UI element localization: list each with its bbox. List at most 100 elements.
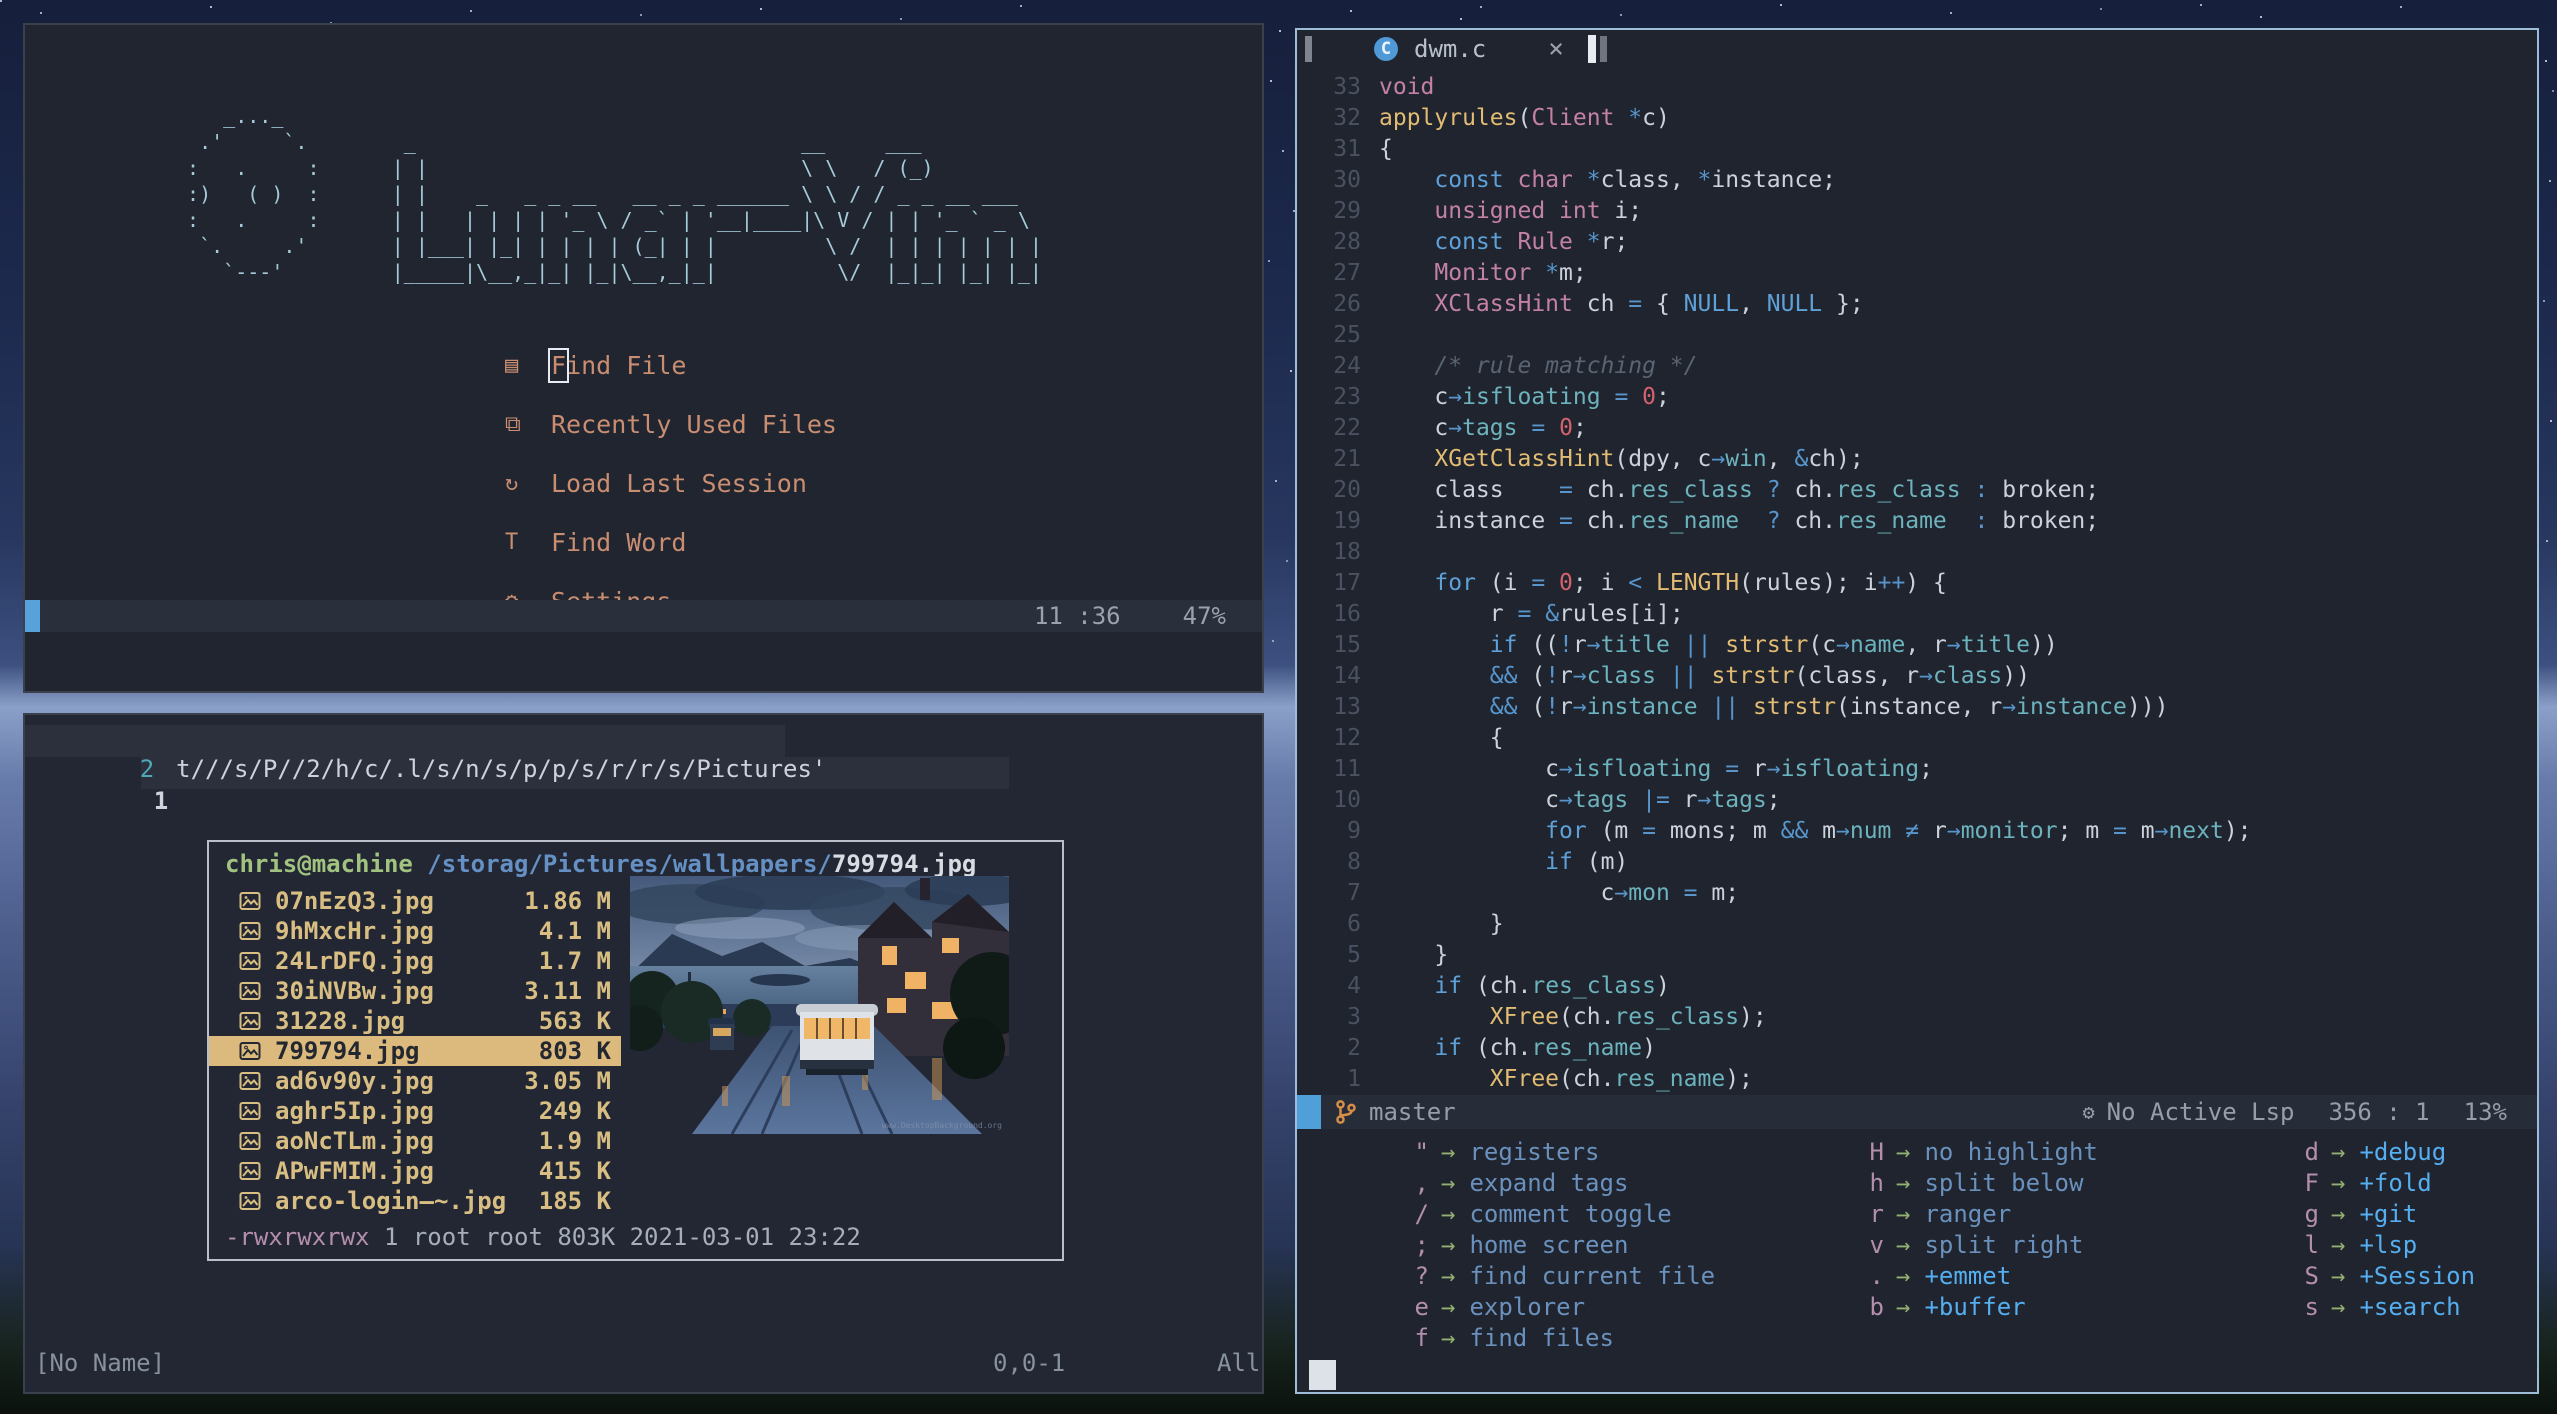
- code-line[interactable]: 10 c→tags |= r→tags;: [1297, 785, 2537, 816]
- code-line[interactable]: 11 c→isfloating = r→isfloating;: [1297, 754, 2537, 785]
- code-line[interactable]: 4 if (ch.res_class): [1297, 971, 2537, 1002]
- whichkey-binding[interactable]: , → expand tags: [1393, 1168, 1715, 1199]
- file-name: ad6v90y.jpg: [275, 1067, 434, 1095]
- code-text: for (i = 0; i < LENGTH(rules); i++) {: [1434, 570, 1947, 596]
- file-row[interactable]: 31228.jpg 563 K: [209, 1006, 621, 1036]
- code-line[interactable]: 2 if (ch.res_name): [1297, 1033, 2537, 1064]
- whichkey-binding[interactable]: s → +search: [2283, 1292, 2475, 1323]
- file-row[interactable]: 799794.jpg 803 K: [209, 1036, 621, 1066]
- arrow-right-icon: →: [2331, 1138, 2346, 1166]
- code-text: }: [1379, 911, 1504, 937]
- code-line[interactable]: 29 unsigned int i;: [1297, 196, 2537, 227]
- file-row[interactable]: aoNcTLm.jpg 1.9 M: [209, 1126, 621, 1156]
- whichkey-binding[interactable]: v → split right: [1848, 1230, 2098, 1261]
- code-text: && (!r→instance || strstr(instance, r→in…: [1489, 694, 2169, 720]
- file-row[interactable]: aghr5Ip.jpg 249 K: [209, 1096, 621, 1126]
- code-line[interactable]: 17 for (i = 0; i < LENGTH(rules); i++) {: [1297, 568, 2537, 599]
- code-line[interactable]: 5 }: [1297, 940, 2537, 971]
- directory-path: /storag/Pictures/wallpapers/: [412, 850, 832, 878]
- whichkey-binding[interactable]: l → +lsp: [2283, 1230, 2475, 1261]
- code-line[interactable]: 3 XFree(ch.res_class);: [1297, 1002, 2537, 1033]
- file-row[interactable]: 9hMxcHr.jpg 4.1 M: [209, 916, 621, 946]
- whichkey-binding[interactable]: . → +emmet: [1848, 1261, 2098, 1292]
- code-line[interactable]: 21 XGetClassHint(dpy, c→win, &ch);: [1297, 444, 2537, 475]
- whichkey-binding[interactable]: / → comment toggle: [1393, 1199, 1715, 1230]
- file-row[interactable]: APwFMIM.jpg 415 K: [209, 1156, 621, 1186]
- whichkey-binding[interactable]: r → ranger: [1848, 1199, 2098, 1230]
- code-line[interactable]: 14 && (!r→class || strstr(class, r→class…: [1297, 661, 2537, 692]
- code-text: r = &rules[i];: [1379, 601, 1684, 627]
- code-line[interactable]: 9 for (m = mons; m && m→num ≠ r→monitor;…: [1297, 816, 2537, 847]
- menu-item-find-word[interactable]: T Find Word: [505, 524, 837, 561]
- whichkey-binding[interactable]: " → registers: [1393, 1137, 1715, 1168]
- code-line[interactable]: 13 && (!r→instance || strstr(instance, r…: [1297, 692, 2537, 723]
- line-number: 22: [1333, 415, 1361, 441]
- code-line[interactable]: 26 XClassHint ch = { NULL, NULL };: [1297, 289, 2537, 320]
- tab-close-icon[interactable]: ×: [1548, 34, 1564, 64]
- line-number: 32: [1333, 105, 1361, 131]
- image-watermark: www.DesktopBackground.org: [882, 1121, 1003, 1130]
- code-line[interactable]: 32 applyrules(Client *c): [1297, 103, 2537, 134]
- tabline-cursor: [1587, 35, 1596, 63]
- whichkey-binding[interactable]: g → +git: [2283, 1199, 2475, 1230]
- code-line[interactable]: 15 if ((!r→title || strstr(c→name, r→tit…: [1297, 630, 2537, 661]
- menu-item-find-file[interactable]: ▤ Find File: [505, 347, 837, 384]
- buffer-line-2[interactable]: 2 t///s/P//2/h/c/.l/s/n/s/p/p/s/r/r/s/Pic…: [53, 727, 827, 811]
- file-row[interactable]: 24LrDFQ.jpg 1.7 M: [209, 946, 621, 976]
- arrow-right-icon: →: [2331, 1169, 2346, 1197]
- tab-dwm-c[interactable]: dwm.c: [1414, 35, 1486, 63]
- file-row[interactable]: ad6v90y.jpg 3.05 M: [209, 1066, 621, 1096]
- code-line[interactable]: 20 class = ch.res_class ? ch.res_class :…: [1297, 475, 2537, 506]
- code-line[interactable]: 16 r = &rules[i];: [1297, 599, 2537, 630]
- whichkey-binding[interactable]: S → +Session: [2283, 1261, 2476, 1292]
- arrow-right-icon: →: [2331, 1262, 2346, 1290]
- code-line[interactable]: 1 XFree(ch.res_name);: [1297, 1064, 2537, 1095]
- image-file-icon: [239, 1192, 261, 1210]
- file-row[interactable]: 30iNVBw.jpg 3.11 M: [209, 976, 621, 1006]
- whichkey-binding[interactable]: F → +fold: [2283, 1168, 2475, 1199]
- file-row[interactable]: 07nEzQ3.jpg 1.86 M: [209, 886, 621, 916]
- code-line[interactable]: 23 c→isfloating = 0;: [1297, 382, 2537, 413]
- buffer-line-1[interactable]: 1: [67, 759, 168, 843]
- whichkey-key: l: [2304, 1231, 2319, 1259]
- code-line[interactable]: 24 /* rule matching */: [1297, 351, 2537, 382]
- line-number: 2: [1347, 1035, 1361, 1061]
- code-line[interactable]: 25: [1297, 320, 2537, 351]
- code-line[interactable]: 31 {: [1297, 134, 2537, 165]
- whichkey-binding[interactable]: e → explorer: [1393, 1292, 1715, 1323]
- file-name: arco-login—~.jpg: [275, 1187, 507, 1215]
- whichkey-description: find current file: [1469, 1262, 1716, 1290]
- whichkey-binding[interactable]: ; → home screen: [1393, 1230, 1715, 1261]
- line-number: 20: [1333, 477, 1361, 503]
- whichkey-binding[interactable]: b → +buffer: [1848, 1292, 2098, 1323]
- whichkey-binding[interactable]: ? → find current file: [1393, 1261, 1716, 1292]
- whichkey-binding[interactable]: d → +debug: [2283, 1137, 2475, 1168]
- code-line[interactable]: 19 instance = ch.res_name ? ch.res_name …: [1297, 506, 2537, 537]
- menu-item-recently-used-files[interactable]: ⧉ Recently Used Files: [505, 406, 837, 443]
- file-name: aoNcTLm.jpg: [275, 1127, 434, 1155]
- code-text: class = ch.res_class ? ch.res_class : br…: [1379, 477, 2100, 503]
- whichkey-binding[interactable]: f → find files: [1393, 1323, 1715, 1354]
- whichkey-binding[interactable]: H → no highlight: [1848, 1137, 2098, 1168]
- code-line[interactable]: 22 c→tags = 0;: [1297, 413, 2537, 444]
- image-file-icon: [239, 892, 261, 910]
- whichkey-binding[interactable]: h → split below: [1848, 1168, 2098, 1199]
- code-line[interactable]: 18: [1297, 537, 2537, 568]
- line-number: 3: [1347, 1004, 1361, 1030]
- code-line[interactable]: 27 Monitor *m;: [1297, 258, 2537, 289]
- code-line[interactable]: 28 const Rule *r;: [1297, 227, 2537, 258]
- whichkey-key: H: [1869, 1138, 1884, 1166]
- arrow-right-icon: →: [1896, 1138, 1911, 1166]
- scroll-progress: 47%: [1182, 602, 1226, 630]
- code-text: {: [1379, 136, 1393, 162]
- code-line[interactable]: 8 if (m): [1297, 847, 2537, 878]
- code-line[interactable]: 30 const char *class, *instance;: [1297, 165, 2537, 196]
- code-line[interactable]: 6 }: [1297, 909, 2537, 940]
- code-line[interactable]: 7 c→mon = m;: [1297, 878, 2537, 909]
- file-row[interactable]: arco-login—~.jpg 185 K: [209, 1186, 621, 1216]
- file-size: 563 K: [538, 1007, 611, 1035]
- menu-item-load-last-session[interactable]: ↻ Load Last Session: [505, 465, 837, 502]
- code-line[interactable]: 33 void: [1297, 72, 2537, 103]
- code-line[interactable]: 12 {: [1297, 723, 2537, 754]
- editor-code-area[interactable]: 33 void 32 applyrules(Client *c) 31{30 const…: [1297, 72, 2537, 1126]
